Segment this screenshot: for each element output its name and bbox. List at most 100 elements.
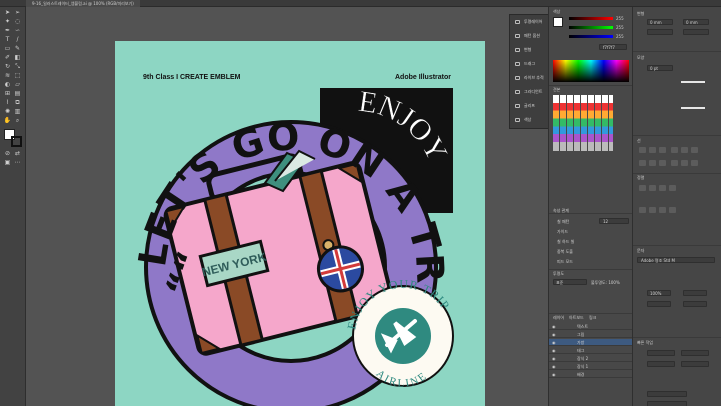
align-center-button[interactable] xyxy=(649,147,656,153)
warp-icon[interactable]: ≋ xyxy=(3,72,12,80)
links-tab[interactable]: 링크 xyxy=(589,315,596,320)
shape-builder-icon[interactable]: ◐ xyxy=(3,81,12,89)
pathfinder-merge-button[interactable] xyxy=(659,207,666,213)
align-middle-button[interactable] xyxy=(681,147,688,153)
menu-item-2[interactable]: 변형 xyxy=(512,45,548,55)
distribute-2-button[interactable] xyxy=(649,160,656,166)
eraser-icon[interactable]: ◧ xyxy=(13,54,22,62)
align-left-button[interactable] xyxy=(639,147,646,153)
menu-item-5[interactable]: 그라디언트 xyxy=(512,87,548,97)
pathfinder-minus-button[interactable] xyxy=(649,185,656,191)
pen-tool-icon[interactable]: ✒ xyxy=(3,27,12,35)
free-transform-icon[interactable]: ⬚ xyxy=(13,72,22,80)
pathfinder-trim-button[interactable] xyxy=(649,207,656,213)
gradient-icon[interactable]: ▤ xyxy=(13,90,22,98)
eye-icon[interactable]: ◉ xyxy=(552,332,556,337)
paragraph-field-2[interactable] xyxy=(681,350,709,356)
graph-icon[interactable]: ▥ xyxy=(13,108,22,116)
distribute-5-button[interactable] xyxy=(681,160,688,166)
layer-row[interactable]: ◉ 장식 2 xyxy=(549,355,633,362)
slider-g[interactable] xyxy=(569,26,613,29)
leading-field[interactable] xyxy=(683,290,707,296)
opacity-label[interactable]: 불투명도: 100% xyxy=(591,280,620,285)
eye-icon[interactable]: ◉ xyxy=(552,348,556,353)
hyphenation-select[interactable] xyxy=(647,391,687,397)
align-right-button[interactable] xyxy=(659,147,666,153)
menu-item-1[interactable]: 패턴 옵션 xyxy=(512,31,548,41)
rectangle-tool-icon[interactable]: ▭ xyxy=(3,45,12,53)
emblem-artwork[interactable]: NEW YORK LET'S GO ON A TRIP NOW ““ ENJOY xyxy=(94,6,485,406)
document-tab[interactable]: 9-16_일러스트레이터_엠블럼.ai @ 100% (RGB/미리보기) xyxy=(26,0,140,7)
pathfinder-divide-button[interactable] xyxy=(639,207,646,213)
distribute-6-button[interactable] xyxy=(691,160,698,166)
stroke-profile-preview[interactable] xyxy=(681,81,705,83)
menu-item-4[interactable]: 라이브 추적 xyxy=(512,73,548,83)
tracking-field[interactable] xyxy=(647,301,671,307)
spectrum-bar[interactable] xyxy=(553,60,629,82)
fill-stroke-mini[interactable] xyxy=(553,17,563,27)
eye-icon[interactable]: ◉ xyxy=(552,364,556,369)
paragraph-field-4[interactable] xyxy=(681,361,709,367)
curvature-icon[interactable]: ∽ xyxy=(13,27,22,35)
direct-selection-tool-icon[interactable]: ➢ xyxy=(13,9,22,17)
pathfinder-crop-button[interactable] xyxy=(669,207,676,213)
layer-row[interactable]: ◉ 텍스트 xyxy=(549,323,633,330)
composer-select[interactable] xyxy=(647,401,687,406)
artboard[interactable]: 9th Class I CREATE EMBLEM Adobe Illustra… xyxy=(94,6,485,406)
layers-tab[interactable]: 레이어 xyxy=(553,315,564,320)
distribute-4-button[interactable] xyxy=(671,160,678,166)
menu-item-0[interactable]: 투명레이어 xyxy=(512,17,548,27)
zoom-icon[interactable]: ⌕ xyxy=(13,117,22,125)
perspective-icon[interactable]: ▱ xyxy=(13,81,22,89)
magic-wand-icon[interactable]: ✦ xyxy=(3,18,12,26)
stroke-swatch[interactable] xyxy=(11,136,22,147)
screen-mode-icon[interactable]: ▣ xyxy=(3,159,12,167)
type-tool-icon[interactable]: T xyxy=(3,36,12,44)
appearance-row-2[interactable]: 칠 하드 칠 xyxy=(557,239,574,244)
edit-toolbar-icon[interactable]: ⋯ xyxy=(13,159,22,167)
pathfinder-unite-button[interactable] xyxy=(639,185,646,191)
pathfinder-intersect-button[interactable] xyxy=(659,185,666,191)
swatch-grid[interactable] xyxy=(553,95,613,151)
none-color-icon[interactable]: ⊘ xyxy=(3,150,12,158)
paragraph-field-3[interactable] xyxy=(647,361,675,367)
layer-row[interactable]: ◉ 그림 xyxy=(549,331,633,338)
layer-row-selected[interactable]: ◉ 가방 xyxy=(549,339,633,346)
w-field[interactable] xyxy=(647,29,673,35)
menu-item-3[interactable]: 드래그 xyxy=(512,59,548,69)
artboards-tab[interactable]: 아트보드 xyxy=(569,315,584,320)
slider-b[interactable] xyxy=(569,35,613,38)
menu-item-7[interactable]: 색상 xyxy=(512,115,548,125)
paintbrush-icon[interactable]: ✎ xyxy=(13,45,22,53)
stroke-profile-preview-2[interactable] xyxy=(681,107,705,109)
layer-row[interactable]: ◉ 장식 1 xyxy=(549,363,633,370)
pencil-icon[interactable]: ✐ xyxy=(3,54,12,62)
mesh-icon[interactable]: ⊞ xyxy=(3,90,12,98)
selection-tool-icon[interactable]: ➤ xyxy=(3,9,12,17)
eye-icon[interactable]: ◉ xyxy=(552,324,556,329)
align-bottom-button[interactable] xyxy=(691,147,698,153)
eye-icon[interactable]: ◉ xyxy=(552,356,556,361)
appearance-row-3[interactable]: 중복 도출 xyxy=(557,249,573,254)
pathfinder-exclude-button[interactable] xyxy=(669,185,676,191)
h-field[interactable] xyxy=(683,29,709,35)
eye-icon[interactable]: ◉ xyxy=(552,372,556,377)
lasso-icon[interactable]: ◌ xyxy=(13,18,22,26)
distribute-3-button[interactable] xyxy=(659,160,666,166)
menu-item-6[interactable]: 글리프 xyxy=(512,101,548,111)
canvas-area[interactable]: 9th Class I CREATE EMBLEM Adobe Illustra… xyxy=(26,6,548,406)
kerning-field[interactable] xyxy=(683,301,707,307)
layer-row[interactable]: ◉ 태그 xyxy=(549,347,633,354)
align-top-button[interactable] xyxy=(671,147,678,153)
appearance-row-4[interactable]: 피드 모드 xyxy=(557,259,573,264)
swap-color-icon[interactable]: ⇄ xyxy=(13,150,22,158)
appearance-row-0[interactable]: 칠 패턴 xyxy=(557,219,569,224)
paragraph-field-1[interactable] xyxy=(647,350,675,356)
slider-r-value[interactable]: 255 xyxy=(616,16,624,21)
eye-icon[interactable]: ◉ xyxy=(552,340,556,345)
appearance-row-1[interactable]: 가이드 xyxy=(557,229,568,234)
rotate-icon[interactable]: ↻ xyxy=(3,63,12,71)
blend-icon[interactable]: ⧉ xyxy=(13,99,22,107)
layer-row[interactable]: ◉ 배경 xyxy=(549,371,633,378)
distribute-1-button[interactable] xyxy=(639,160,646,166)
